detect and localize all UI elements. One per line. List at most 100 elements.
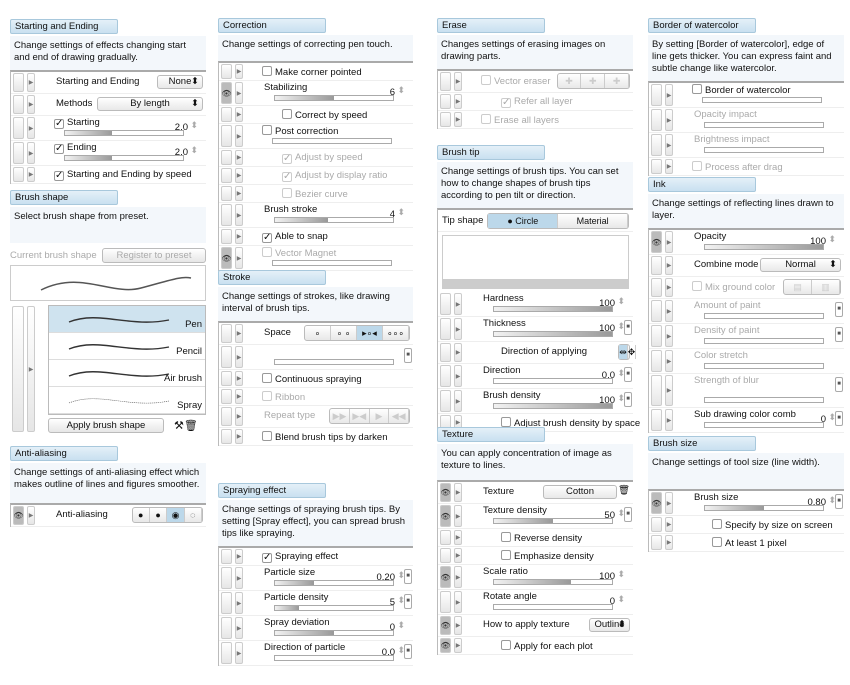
slider-track[interactable] xyxy=(272,138,392,144)
slider-value[interactable]: 0 xyxy=(610,596,615,607)
setting-label[interactable]: ✓ Able to snap xyxy=(262,231,328,243)
setting-label[interactable]: ✓ Ending xyxy=(54,142,97,154)
brush-shape-item[interactable]: Pen xyxy=(49,306,205,333)
pressure-settings-button[interactable]: ■ xyxy=(404,644,412,659)
checkbox[interactable]: ✓ xyxy=(54,144,64,154)
expand-arrow-icon[interactable]: ▶ xyxy=(235,204,243,226)
expand-arrow-icon[interactable]: ▶ xyxy=(454,365,462,387)
checkbox[interactable] xyxy=(501,640,511,650)
eye-toggle[interactable] xyxy=(221,549,232,564)
setting-label[interactable]: ✓ Adjust by speed xyxy=(282,152,363,164)
setting-label[interactable]: At least 1 pixel xyxy=(712,537,787,549)
eye-icon[interactable]: 👁 xyxy=(13,506,24,525)
segmented-control[interactable]: ⇹ ✥ xyxy=(618,344,637,360)
expand-arrow-icon[interactable]: ▶ xyxy=(235,186,243,201)
dropdown[interactable]: Normal ⬍ xyxy=(760,258,841,272)
eye-toggle[interactable] xyxy=(651,350,662,372)
segment-option[interactable]: ▶▶ xyxy=(330,409,350,423)
checkbox[interactable] xyxy=(501,417,511,427)
eye-toggle[interactable] xyxy=(651,256,662,275)
slider-value[interactable]: 0.20 xyxy=(377,572,396,583)
checkbox[interactable] xyxy=(282,188,292,198)
expand-arrow-icon[interactable]: ▶ xyxy=(665,409,673,431)
apply-brush-shape-button[interactable]: Apply brush shape xyxy=(48,418,164,433)
slider-value[interactable]: 100 xyxy=(599,395,615,406)
slider-track[interactable] xyxy=(493,579,613,585)
expand-arrow-icon[interactable]: ▶ xyxy=(235,150,243,165)
checkbox[interactable] xyxy=(692,161,702,171)
checkbox[interactable]: ✓ xyxy=(262,553,272,563)
brush-shape-item[interactable]: Pencil xyxy=(49,333,205,360)
eye-icon[interactable]: 👁 xyxy=(440,616,451,635)
expand-arrow-icon[interactable]: ▶ xyxy=(665,350,673,372)
expand-arrow-icon[interactable]: ▶ xyxy=(665,492,673,514)
setting-label[interactable]: Specify by size on screen xyxy=(712,519,833,531)
expand-arrow-icon[interactable]: ▶ xyxy=(27,142,35,164)
slider-track[interactable] xyxy=(274,95,394,101)
eye-toggle[interactable] xyxy=(440,365,451,387)
expand-arrow-icon[interactable]: ▶ xyxy=(454,390,462,412)
slider-track[interactable] xyxy=(704,313,824,319)
tip-shape-selector[interactable]: ● Circle Material xyxy=(487,212,629,229)
checkbox[interactable] xyxy=(692,281,702,291)
checkbox[interactable]: ✓ xyxy=(54,171,64,181)
eye-toggle[interactable] xyxy=(651,325,662,347)
eye-toggle[interactable] xyxy=(221,168,232,183)
checkbox[interactable]: ✓ xyxy=(262,233,272,243)
expand-arrow-icon[interactable]: ▶ xyxy=(665,517,673,532)
expand-arrow-icon[interactable]: ▶ xyxy=(454,112,462,127)
segment-option[interactable]: ▤ xyxy=(784,280,813,294)
setting-label[interactable]: Bezier curve xyxy=(282,188,348,200)
slider-value[interactable]: 6 xyxy=(390,87,395,98)
eye-toggle[interactable] xyxy=(12,306,24,432)
segment-option[interactable]: ▶◀ xyxy=(350,409,370,423)
settings-wrench-icon[interactable]: ⚒ xyxy=(174,419,184,432)
expand-arrow-icon[interactable]: ▶ xyxy=(665,325,673,347)
eye-toggle[interactable] xyxy=(221,186,232,201)
setting-label[interactable]: ✓ Adjust by display ratio xyxy=(282,170,387,182)
eye-icon[interactable]: 👁 xyxy=(440,505,451,527)
expand-arrow-icon[interactable]: ▶ xyxy=(665,300,673,322)
slider-value[interactable]: 5 xyxy=(390,597,395,608)
slider-value[interactable]: 50 xyxy=(604,510,615,521)
slider-track[interactable] xyxy=(274,630,394,636)
brush-shape-item[interactable]: Air brush xyxy=(49,360,205,387)
expand-arrow-icon[interactable]: ▶ xyxy=(454,530,462,545)
eye-toggle[interactable] xyxy=(13,95,24,114)
checkbox[interactable] xyxy=(481,75,491,85)
slider-value[interactable]: 100 xyxy=(599,571,615,582)
segment-option[interactable]: ∘∘∘ xyxy=(383,326,409,340)
tip-shape-option[interactable]: ● Circle xyxy=(488,213,559,228)
expand-arrow-icon[interactable]: ▶ xyxy=(235,247,243,269)
slider-track[interactable] xyxy=(704,397,824,403)
slider-track[interactable] xyxy=(493,306,613,312)
segmented-control[interactable]: ▤ ▥ xyxy=(783,279,841,295)
eye-toggle[interactable] xyxy=(221,592,232,614)
eye-toggle[interactable] xyxy=(651,375,662,406)
stepper-icon[interactable]: ⬍ xyxy=(828,234,836,245)
stepper-icon[interactable]: ⬍ xyxy=(617,594,625,605)
pressure-settings-button[interactable]: ■ xyxy=(835,327,843,342)
slider-track[interactable] xyxy=(704,338,824,344)
expand-arrow-icon[interactable]: ▶ xyxy=(235,617,243,639)
expand-arrow-icon[interactable]: ▶ xyxy=(454,483,462,502)
setting-label[interactable]: Blend brush tips by darken xyxy=(262,431,387,443)
segment-option[interactable]: ✥ xyxy=(628,345,637,359)
slider-value[interactable]: 0 xyxy=(390,622,395,633)
eye-toggle[interactable] xyxy=(440,318,451,340)
eye-toggle[interactable] xyxy=(221,429,232,444)
slider-value[interactable]: 2.0 xyxy=(175,147,188,158)
expand-arrow-icon[interactable]: ▶ xyxy=(235,592,243,614)
eye-toggle[interactable] xyxy=(221,229,232,244)
segment-option[interactable]: ◉ xyxy=(167,508,185,522)
eye-icon[interactable]: 👁 xyxy=(221,82,232,104)
checkbox[interactable] xyxy=(712,519,722,529)
expand-arrow-icon[interactable]: ▶ xyxy=(454,566,462,588)
eye-toggle[interactable] xyxy=(440,72,451,91)
eye-toggle[interactable] xyxy=(221,617,232,639)
expand-arrow-icon[interactable]: ▶ xyxy=(665,256,673,275)
slider-track[interactable] xyxy=(702,97,822,103)
pressure-settings-button[interactable]: ■ xyxy=(835,302,843,317)
eye-toggle[interactable] xyxy=(221,407,232,426)
setting-label[interactable]: Post correction xyxy=(262,125,338,137)
